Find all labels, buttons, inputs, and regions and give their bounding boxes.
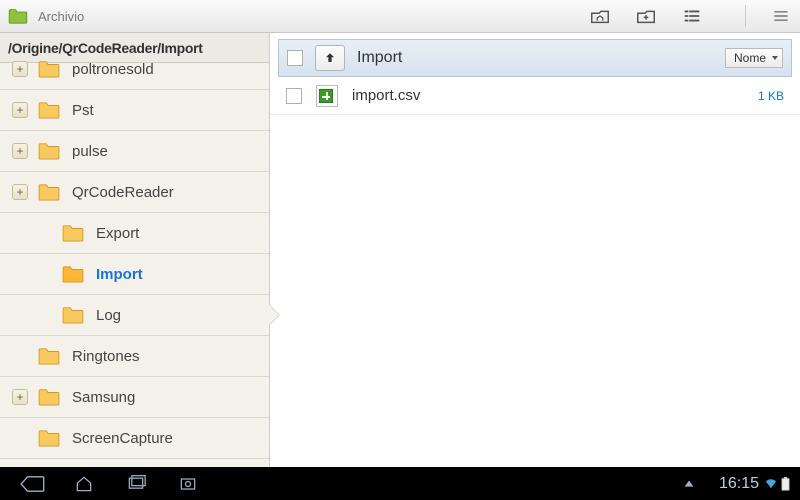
status-icons xyxy=(765,477,790,491)
main-area: /Origine/QrCodeReader/Import +poltroneso… xyxy=(0,33,800,467)
file-list: import.csv 1 KB xyxy=(270,77,800,115)
tree-node[interactable]: Log xyxy=(0,295,269,335)
folder-icon xyxy=(38,60,60,78)
current-folder-name: Import xyxy=(357,49,713,67)
tree-node[interactable]: + QrCodeReader xyxy=(0,172,269,212)
battery-icon xyxy=(781,477,790,491)
up-folder-button[interactable] xyxy=(315,45,345,71)
folder-tree: + poltronesold + Pst + pulse + QrCodeReader Expo… xyxy=(0,49,269,467)
expand-toggle[interactable]: + xyxy=(12,102,28,118)
expand-placeholder xyxy=(12,348,28,364)
tree-node-label: pulse xyxy=(72,143,108,160)
folder-icon xyxy=(38,429,60,447)
folder-icon xyxy=(62,265,84,283)
folder-icon xyxy=(62,306,84,324)
tree-node[interactable]: + poltronesold xyxy=(0,49,269,89)
tree-node[interactable]: + Samsung xyxy=(0,377,269,417)
home-button[interactable] xyxy=(62,472,106,496)
content-pane: Import Nome import.csv 1 KB xyxy=(270,33,800,467)
clock: 16:15 xyxy=(719,475,759,493)
screenshot-button[interactable] xyxy=(166,472,210,496)
tree-node-label: Pst xyxy=(72,102,94,119)
folder-icon xyxy=(38,142,60,160)
list-view-button[interactable] xyxy=(681,5,703,27)
select-all-checkbox[interactable] xyxy=(287,50,303,66)
tree-node[interactable]: Ringtones xyxy=(0,336,269,376)
tree-node-label: ScreenCapture xyxy=(72,430,173,447)
new-folder-button[interactable] xyxy=(635,5,657,27)
folder-icon xyxy=(38,101,60,119)
tree-node-label: QrCodeReader xyxy=(72,184,174,201)
tree-node[interactable]: Export xyxy=(0,213,269,253)
expand-toggle[interactable]: + xyxy=(12,184,28,200)
tree-node-label: poltronesold xyxy=(72,61,154,78)
tree-node-label: Ringtones xyxy=(72,348,140,365)
notification-up-icon[interactable] xyxy=(667,472,711,496)
folder-icon xyxy=(38,347,60,365)
sidebar: /Origine/QrCodeReader/Import +poltroneso… xyxy=(0,33,270,467)
tree-node[interactable]: ScreenCapture xyxy=(0,418,269,458)
expand-placeholder xyxy=(36,307,52,323)
tree-node-label: Samsung xyxy=(72,389,135,406)
toolbar-actions xyxy=(589,5,792,27)
file-name: import.csv xyxy=(352,87,744,104)
expand-placeholder xyxy=(36,266,52,282)
expand-toggle[interactable]: + xyxy=(12,143,28,159)
tree-divider xyxy=(0,458,269,459)
wifi-icon xyxy=(765,478,777,490)
expand-toggle[interactable]: + xyxy=(12,61,28,77)
tree-node-label: Export xyxy=(96,225,139,242)
folder-icon xyxy=(38,388,60,406)
expand-placeholder xyxy=(12,430,28,446)
folder-icon xyxy=(38,183,60,201)
tree-node[interactable]: + Pst xyxy=(0,90,269,130)
back-button[interactable] xyxy=(10,472,54,496)
content-header: Import Nome xyxy=(278,39,792,77)
file-row[interactable]: import.csv 1 KB xyxy=(270,77,800,115)
app-folder-icon xyxy=(8,8,28,24)
tree-node[interactable]: Import xyxy=(0,254,269,294)
home-folder-button[interactable] xyxy=(589,5,611,27)
folder-icon xyxy=(62,224,84,242)
tree-node[interactable]: + pulse xyxy=(0,131,269,171)
spreadsheet-file-icon xyxy=(316,85,338,107)
file-size: 1 KB xyxy=(758,89,784,103)
expand-toggle[interactable]: + xyxy=(12,389,28,405)
app-titlebar: Archivio xyxy=(0,0,800,33)
android-navbar: 16:15 xyxy=(0,467,800,500)
sort-dropdown[interactable]: Nome xyxy=(725,48,783,68)
recents-button[interactable] xyxy=(114,472,158,496)
tree-node-label: Log xyxy=(96,307,121,324)
menu-button[interactable] xyxy=(770,5,792,27)
app-title: Archivio xyxy=(38,9,589,24)
expand-placeholder xyxy=(36,225,52,241)
toolbar-separator xyxy=(745,5,746,27)
file-checkbox[interactable] xyxy=(286,88,302,104)
tree-node-label: Import xyxy=(96,266,143,283)
